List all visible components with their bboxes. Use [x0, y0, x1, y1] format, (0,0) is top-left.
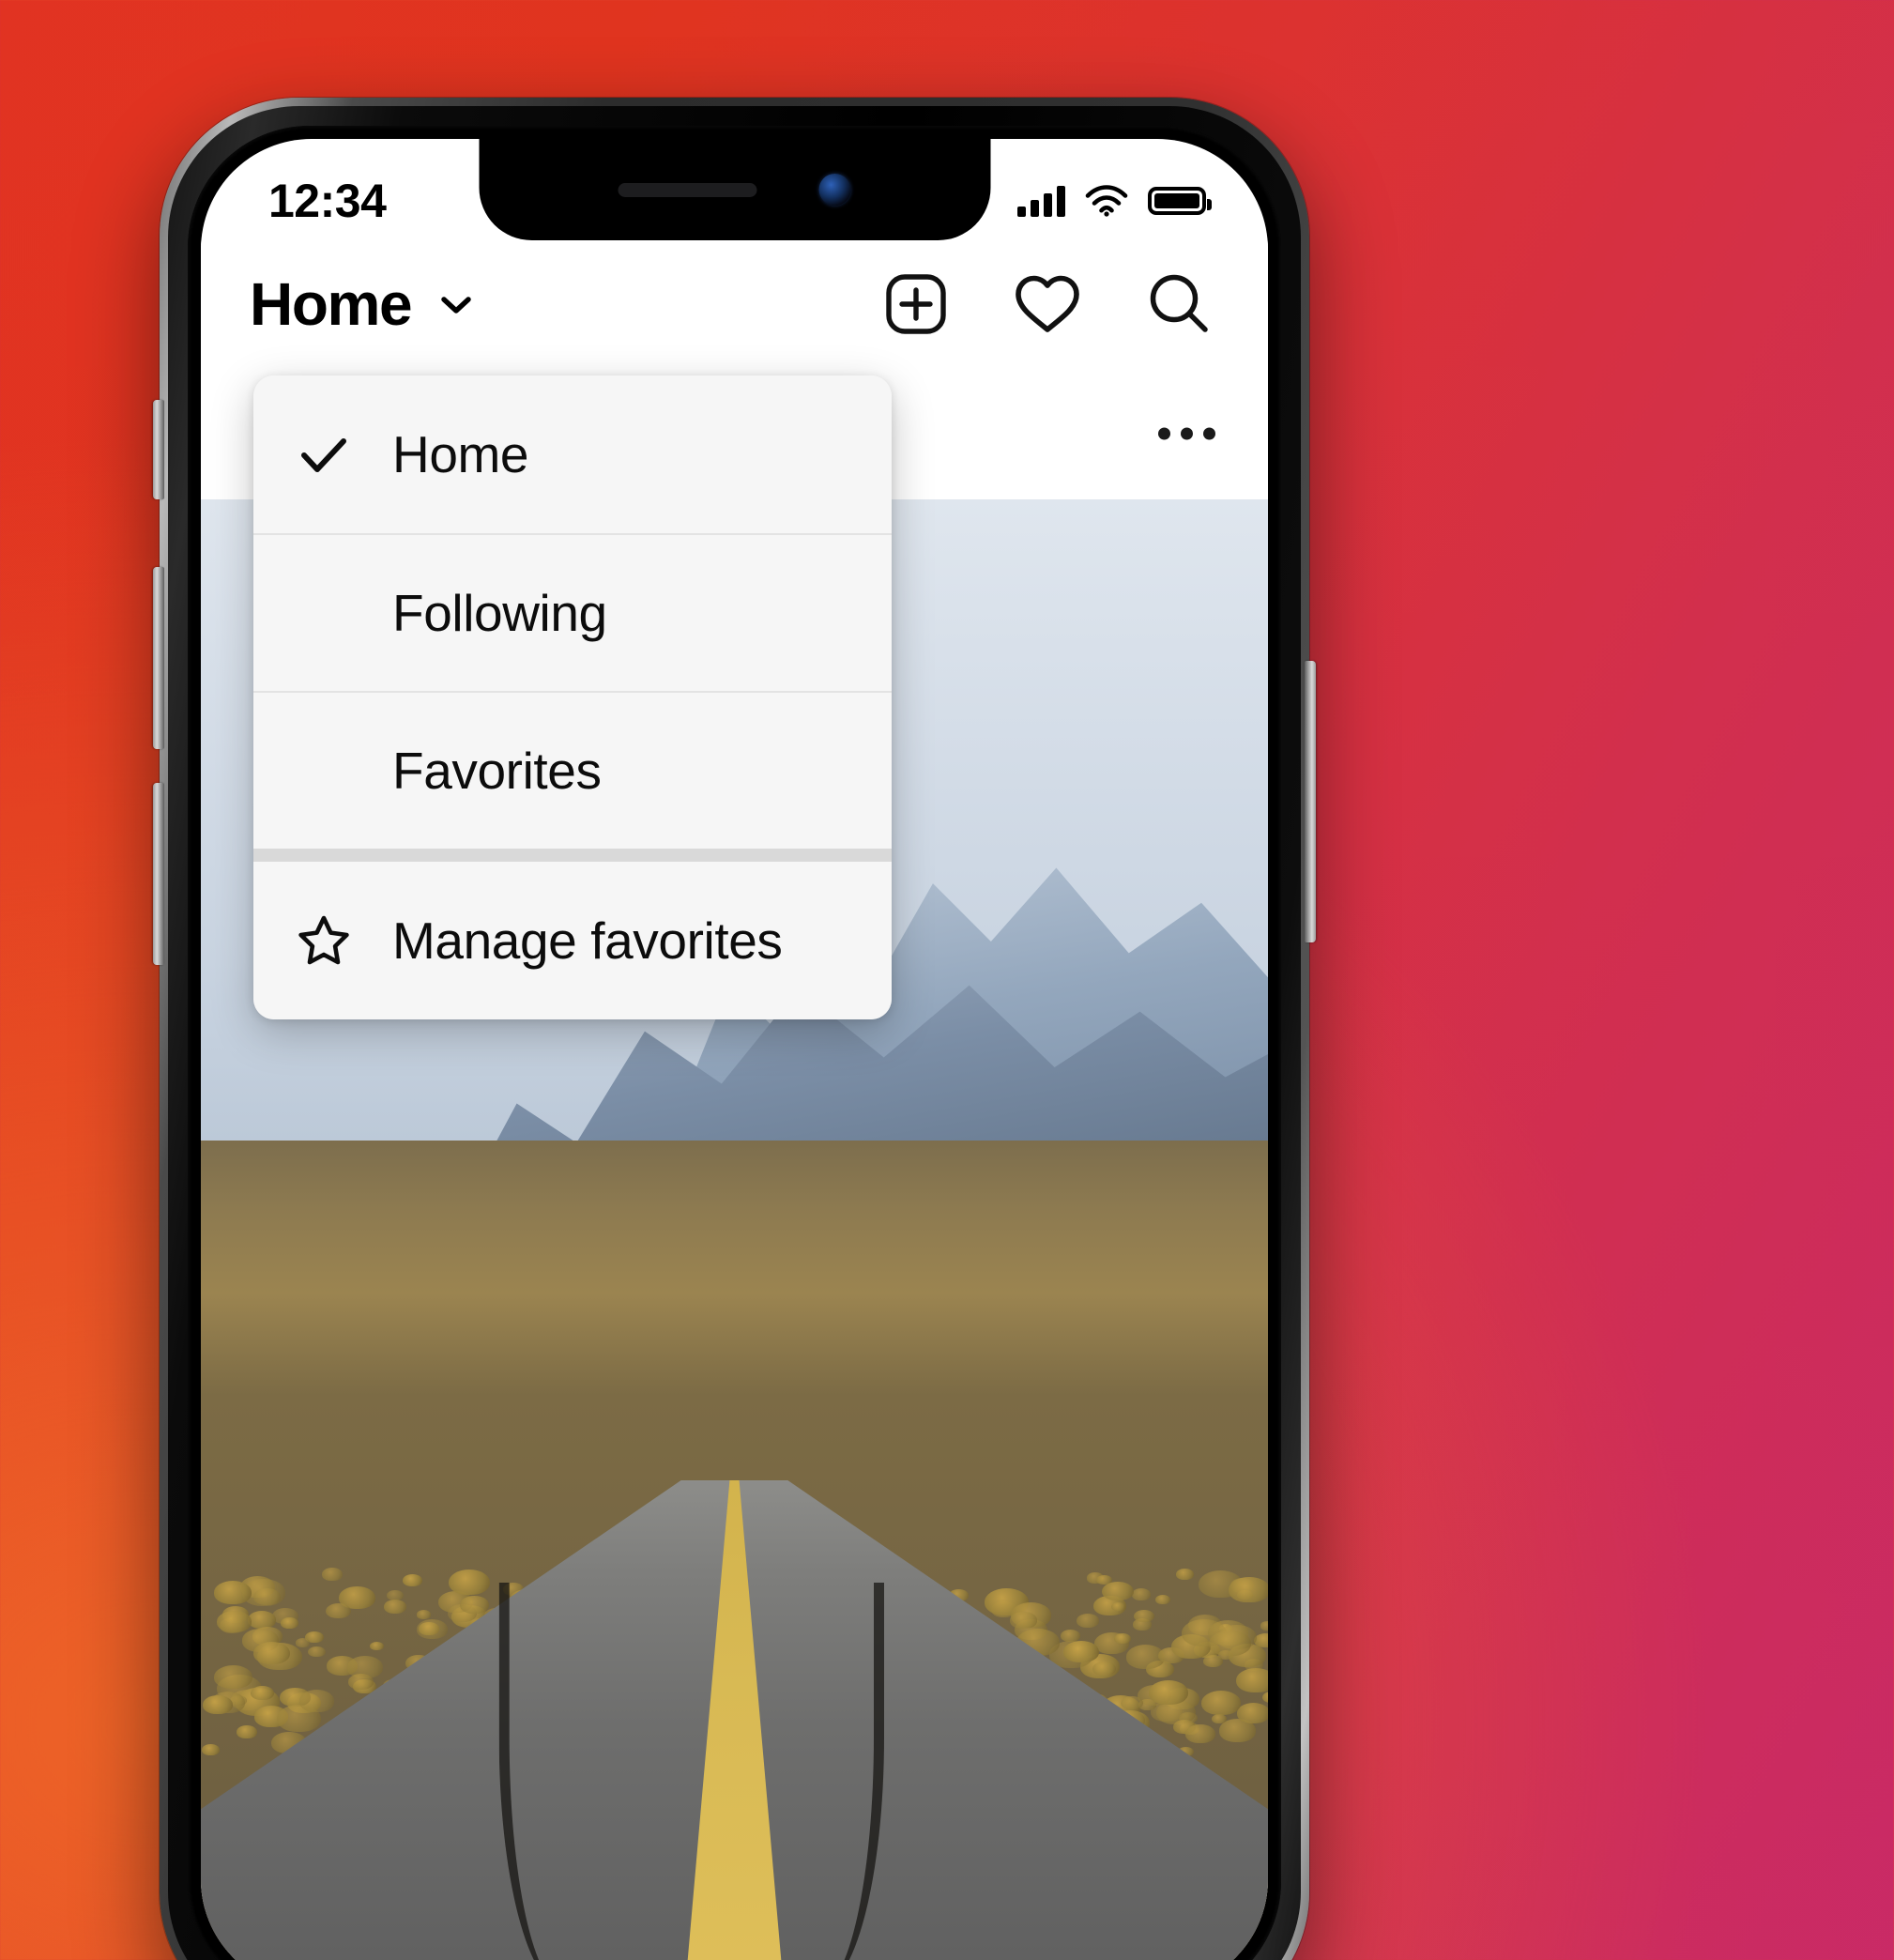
- scrub-bush: [201, 1743, 221, 1756]
- scrub-bush: [1235, 1667, 1268, 1693]
- dropdown-item-home[interactable]: Home: [253, 375, 892, 533]
- scrub-bush: [1236, 1702, 1268, 1723]
- scrub-bush: [460, 1595, 489, 1614]
- scrub-bush: [1229, 1577, 1268, 1602]
- dropdown-separator: [253, 849, 892, 862]
- page-title: Home: [250, 270, 413, 338]
- scrub-bush: [370, 1641, 384, 1650]
- scrub-bush: [1262, 1692, 1268, 1704]
- scrub-bush: [253, 1588, 282, 1606]
- earpiece-speaker: [618, 182, 757, 197]
- scrub-bush: [1121, 1695, 1143, 1710]
- scrub-bush: [1076, 1613, 1100, 1628]
- scrub-bush: [1260, 1621, 1268, 1631]
- scrub-bush: [1133, 1609, 1154, 1623]
- activity-button[interactable]: [1011, 268, 1084, 341]
- tire-skid-mark-right: [777, 1582, 884, 1960]
- dropdown-item-label: Home: [392, 425, 529, 483]
- scrub-bush: [247, 1611, 277, 1630]
- phone-screen: 12:34 Home Home Following Favorites Mana…: [201, 139, 1268, 1960]
- tire-skid-mark-left: [499, 1583, 606, 1960]
- chevron-down-icon: [441, 297, 471, 314]
- front-camera: [818, 174, 851, 206]
- scrub-bush: [1154, 1594, 1170, 1604]
- volume-down-button[interactable]: [153, 783, 164, 965]
- phone-inner-ring: 12:34 Home Home Following Favorites Mana…: [168, 106, 1301, 1960]
- dropdown-item-following[interactable]: Following: [253, 533, 892, 691]
- scrub-bush: [1211, 1713, 1228, 1723]
- scrub-bush: [416, 1619, 449, 1640]
- dropdown-item-label: Manage favorites: [392, 911, 783, 970]
- scrub-bush: [417, 1610, 432, 1619]
- scrub-bush: [322, 1568, 344, 1581]
- scrub-bush: [298, 1690, 335, 1712]
- scrub-bush: [449, 1569, 491, 1595]
- status-indicators: [1017, 185, 1212, 217]
- home-dropdown-trigger[interactable]: Home: [250, 274, 481, 334]
- dropdown-item-label: Following: [392, 584, 607, 642]
- scrub-bush: [1202, 1655, 1224, 1668]
- mute-switch[interactable]: [153, 400, 164, 499]
- app-header: Home: [201, 240, 1268, 368]
- battery-full-icon: [1148, 187, 1212, 215]
- check-icon: [295, 425, 392, 483]
- scrub-bush: [295, 1638, 311, 1647]
- scrub-bush: [1131, 1588, 1151, 1600]
- home-dropdown-menu: Home Following Favorites Manage favorite…: [253, 375, 892, 1019]
- more-options-icon[interactable]: [1158, 427, 1215, 440]
- scrub-bush: [1102, 1581, 1135, 1601]
- scrub-bush: [203, 1695, 234, 1715]
- notch: [479, 139, 990, 240]
- search-icon: [1150, 274, 1208, 332]
- wifi-icon: [1085, 185, 1128, 217]
- volume-up-button[interactable]: [153, 567, 164, 749]
- power-button[interactable]: [1305, 661, 1316, 942]
- search-button[interactable]: [1142, 268, 1215, 341]
- scrub-bush: [252, 1641, 290, 1665]
- scrub-bush: [1063, 1641, 1100, 1663]
- star-icon: [295, 911, 392, 970]
- phone-device: 12:34 Home Home Following Favorites Mana…: [153, 98, 1316, 1960]
- scrub-bush: [214, 1581, 252, 1605]
- scrub-bush: [1175, 1568, 1195, 1580]
- heart-icon: [1016, 275, 1079, 332]
- scrub-bush: [1092, 1661, 1117, 1677]
- scrub-bush: [236, 1725, 258, 1739]
- desert-ground: [201, 1140, 1268, 1960]
- scrub-bush: [1149, 1679, 1189, 1705]
- scrub-bush: [216, 1611, 252, 1632]
- header-actions: [879, 268, 1215, 341]
- scrub-bush: [326, 1602, 352, 1619]
- plus-square-icon: [886, 274, 946, 334]
- phone-bezel: 12:34 Home Home Following Favorites Mana…: [188, 126, 1281, 1960]
- scrub-bush: [347, 1673, 374, 1690]
- scrub-bush: [402, 1573, 423, 1587]
- dropdown-item-manage-favorites[interactable]: Manage favorites: [253, 862, 892, 1019]
- cellular-signal-icon: [1017, 185, 1065, 217]
- scrub-bush: [280, 1617, 298, 1630]
- scrub-bush: [1209, 1631, 1251, 1657]
- scrub-bush: [387, 1590, 405, 1601]
- new-post-button[interactable]: [879, 268, 953, 341]
- dropdown-item-favorites[interactable]: Favorites: [253, 691, 892, 849]
- status-time: 12:34: [268, 175, 387, 227]
- scrub-bush: [213, 1664, 252, 1689]
- scrub-bush: [308, 1646, 327, 1658]
- scrub-bush: [1010, 1612, 1037, 1629]
- scrub-bush: [251, 1685, 274, 1701]
- scrub-bush: [1201, 1690, 1242, 1715]
- scrub-bush: [383, 1599, 406, 1614]
- dropdown-item-label: Favorites: [392, 742, 602, 800]
- scrub-bush: [1061, 1630, 1081, 1642]
- scrub-bush: [1185, 1724, 1215, 1743]
